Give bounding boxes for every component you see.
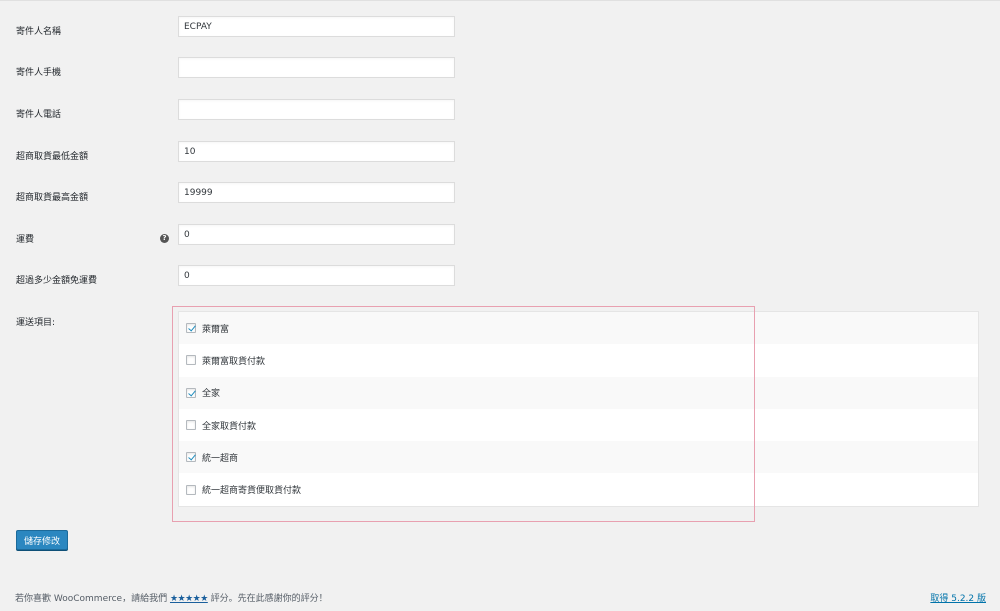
rating-stars-link[interactable]: ★★★★★ bbox=[170, 594, 208, 604]
shipping-method-label: 萊爾富取貨付款 bbox=[202, 356, 266, 367]
footer-text-before: 若你喜歡 WooCommerce，請給我們 bbox=[15, 594, 170, 604]
form-row-sender-mobile: 寄件人手機 bbox=[0, 57, 1000, 96]
sender-mobile-input[interactable] bbox=[178, 57, 455, 78]
form-row-sender-name: 寄件人名稱 bbox=[0, 16, 1000, 55]
form-row-shipping-fee: 運費 ? bbox=[0, 224, 1000, 263]
free-shipping-threshold-input[interactable] bbox=[178, 265, 455, 286]
settings-page: 寄件人名稱 寄件人手機 寄件人電話 超商取貨最低金額 超商取貨最高金額 運費 ?… bbox=[0, 0, 1000, 611]
sender-phone-input[interactable] bbox=[178, 99, 455, 120]
footer-rating-text: 若你喜歡 WooCommerce，請給我們 ★★★★★ 評分。先在此感謝你的評分… bbox=[15, 591, 328, 604]
shipping-methods-list: 萊爾富 萊爾富取貨付款 全家 全家取貨付款 統一超商 統一超商寄貨便取貨付款 bbox=[178, 311, 979, 507]
shipping-method-label: 萊爾富 bbox=[202, 324, 230, 335]
sender-name-label: 寄件人名稱 bbox=[16, 27, 62, 37]
sender-mobile-label: 寄件人手機 bbox=[16, 68, 62, 78]
shipping-fee-label: 運費 bbox=[16, 235, 35, 245]
max-amount-label: 超商取貨最高金額 bbox=[16, 193, 89, 203]
sender-phone-label: 寄件人電話 bbox=[16, 110, 62, 120]
shipping-fee-input[interactable] bbox=[178, 224, 455, 245]
shipping-method-item[interactable]: 萊爾富 bbox=[179, 312, 978, 345]
shipping-method-label: 全家 bbox=[202, 389, 221, 400]
free-shipping-threshold-label: 超過多少金額免運費 bbox=[16, 276, 98, 286]
shipping-method-checkbox[interactable] bbox=[186, 452, 196, 463]
form-row-sender-phone: 寄件人電話 bbox=[0, 99, 1000, 138]
save-button[interactable]: 儲存修改 bbox=[16, 530, 68, 550]
form-row-free-shipping-threshold: 超過多少金額免運費 bbox=[0, 265, 1000, 304]
max-amount-input[interactable] bbox=[178, 182, 455, 203]
shipping-method-checkbox[interactable] bbox=[186, 323, 196, 334]
min-amount-input[interactable] bbox=[178, 141, 455, 162]
form-row-min-amount: 超商取貨最低金額 bbox=[0, 141, 1000, 180]
shipping-method-item[interactable]: 統一超商寄貨便取貨付款 bbox=[179, 473, 978, 505]
shipping-method-label: 統一超商 bbox=[202, 453, 239, 464]
shipping-methods-label: 運送項目: bbox=[16, 318, 56, 328]
help-icon[interactable]: ? bbox=[160, 234, 169, 243]
shipping-method-item[interactable]: 全家 bbox=[179, 376, 978, 409]
shipping-method-checkbox[interactable] bbox=[186, 387, 196, 398]
shipping-method-checkbox[interactable] bbox=[186, 484, 196, 495]
footer-text-after: 評分。先在此感謝你的評分！ bbox=[207, 594, 328, 604]
shipping-method-item[interactable]: 萊爾富取貨付款 bbox=[179, 344, 978, 376]
shipping-method-label: 全家取貨付款 bbox=[202, 421, 257, 432]
version-link[interactable]: 取得 5.2.2 版 bbox=[930, 591, 986, 604]
form-row-max-amount: 超商取貨最高金額 bbox=[0, 182, 1000, 221]
shipping-method-checkbox[interactable] bbox=[186, 355, 196, 366]
sender-name-input[interactable] bbox=[178, 16, 455, 37]
shipping-method-label: 統一超商寄貨便取貨付款 bbox=[202, 486, 302, 497]
shipping-method-item[interactable]: 全家取貨付款 bbox=[179, 409, 978, 441]
shipping-method-item[interactable]: 統一超商 bbox=[179, 441, 978, 474]
shipping-method-checkbox[interactable] bbox=[186, 420, 196, 431]
min-amount-label: 超商取貨最低金額 bbox=[16, 152, 89, 162]
